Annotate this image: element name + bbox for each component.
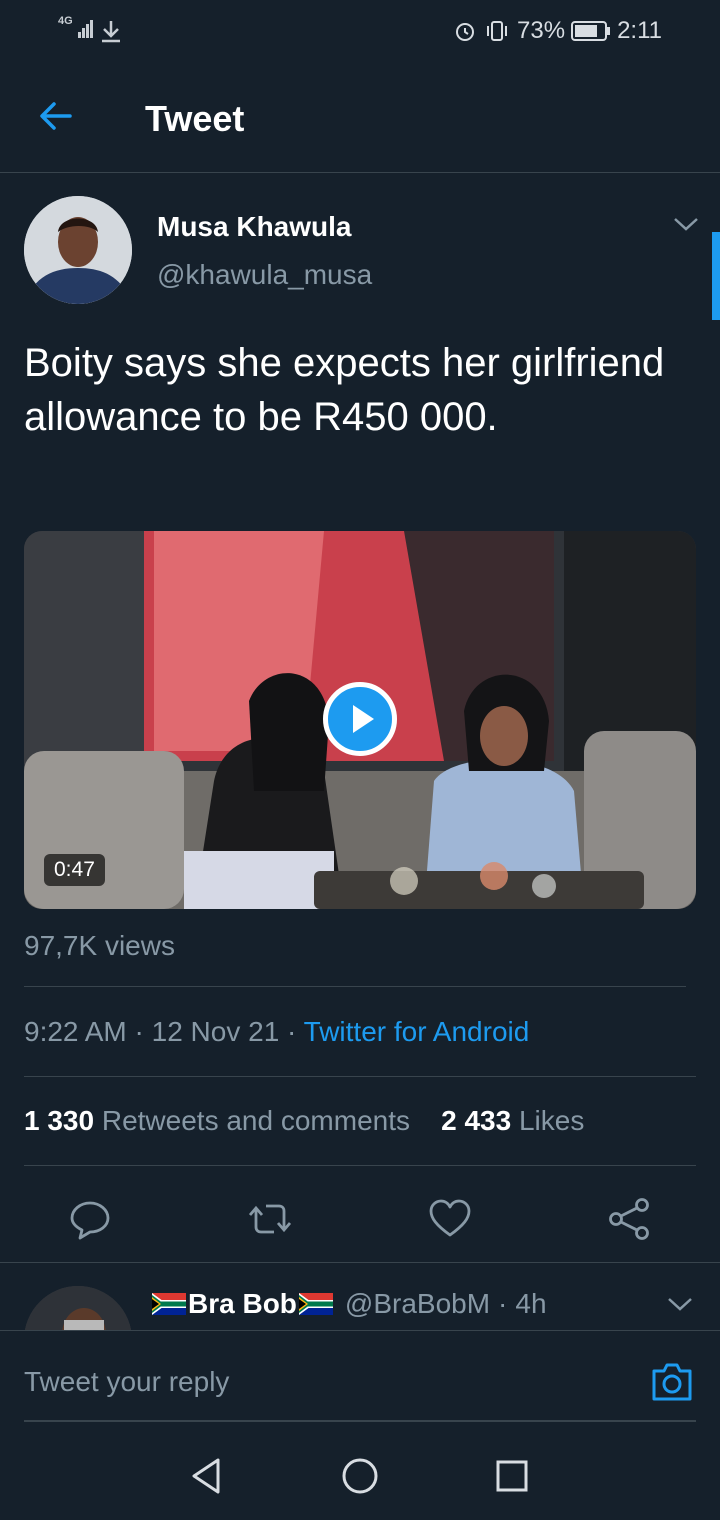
alarm-icon xyxy=(456,23,475,41)
divider xyxy=(24,986,686,987)
author-name[interactable]: Musa Khawula xyxy=(157,211,351,243)
network-type: 4G xyxy=(58,15,73,27)
tweet-date: 12 Nov 21 xyxy=(151,1016,280,1047)
nav-back-icon[interactable] xyxy=(188,1456,224,1496)
likes-count: 2 433 xyxy=(441,1105,512,1136)
reply-time: 4h xyxy=(515,1288,547,1319)
camera-icon[interactable] xyxy=(650,1361,694,1403)
likes-stat[interactable]: 2 433 Likes xyxy=(441,1105,584,1136)
play-icon xyxy=(353,705,374,733)
retweets-label: Retweets and comments xyxy=(101,1105,410,1136)
reply-author-name: Bra Bob xyxy=(188,1288,297,1319)
likes-label: Likes xyxy=(518,1105,585,1136)
divider xyxy=(24,1165,696,1166)
like-icon[interactable] xyxy=(426,1195,474,1243)
view-count: 97,7K views xyxy=(24,930,175,961)
tweet-text: Boity says she expects her girlfriend al… xyxy=(24,341,665,439)
separator: · xyxy=(134,1016,152,1047)
reply-input[interactable]: Tweet your reply xyxy=(24,1366,229,1398)
vibrate-icon xyxy=(487,21,508,41)
separator: · xyxy=(498,1288,508,1319)
back-arrow-icon[interactable] xyxy=(36,96,76,136)
page-title: Tweet xyxy=(145,98,245,139)
reply-icon[interactable] xyxy=(66,1195,114,1243)
battery-percent: 73% xyxy=(517,17,566,44)
nav-recents-icon[interactable] xyxy=(494,1458,530,1494)
divider xyxy=(24,1076,696,1077)
engagement-counts: 1 330 Retweets and comments 2 433 Likes xyxy=(24,1105,584,1137)
retweets-stat[interactable]: 1 330 Retweets and comments xyxy=(24,1105,410,1136)
battery-icon xyxy=(571,21,611,41)
divider xyxy=(0,1262,720,1263)
clock: 2:11 xyxy=(617,17,662,44)
play-button[interactable] xyxy=(323,682,397,756)
tweet-meta: 9:22 AM · 12 Nov 21 · Twitter for Androi… xyxy=(24,1016,529,1048)
download-icon xyxy=(102,21,120,43)
status-right: 73% 2:11 xyxy=(453,17,662,45)
retweets-count: 1 330 xyxy=(24,1105,95,1136)
action-bar xyxy=(0,1175,720,1261)
navigation-bar xyxy=(0,1430,720,1520)
south-africa-flag-icon xyxy=(152,1293,186,1315)
reply-author[interactable]: Bra Bob @BraBobM · 4h xyxy=(152,1288,547,1320)
nav-home-icon[interactable] xyxy=(340,1456,380,1496)
share-icon[interactable] xyxy=(606,1195,654,1243)
south-africa-flag-icon xyxy=(298,1293,333,1315)
video-duration: 0:47 xyxy=(44,854,105,886)
reply-author-handle: @BraBobM xyxy=(344,1288,491,1319)
retweet-icon[interactable] xyxy=(246,1195,294,1243)
separator: · xyxy=(287,1016,304,1047)
tweet-source[interactable]: Twitter for Android xyxy=(304,1016,530,1047)
chevron-down-icon[interactable] xyxy=(666,1294,694,1314)
author-avatar[interactable] xyxy=(24,196,132,304)
scroll-indicator xyxy=(712,232,720,320)
author-handle[interactable]: @khawula_musa xyxy=(157,259,372,291)
signal-icon xyxy=(78,20,93,38)
reply-input-underline xyxy=(24,1420,696,1422)
chevron-down-icon[interactable] xyxy=(672,214,700,234)
tweet-time: 9:22 AM xyxy=(24,1016,127,1047)
header xyxy=(0,62,720,173)
